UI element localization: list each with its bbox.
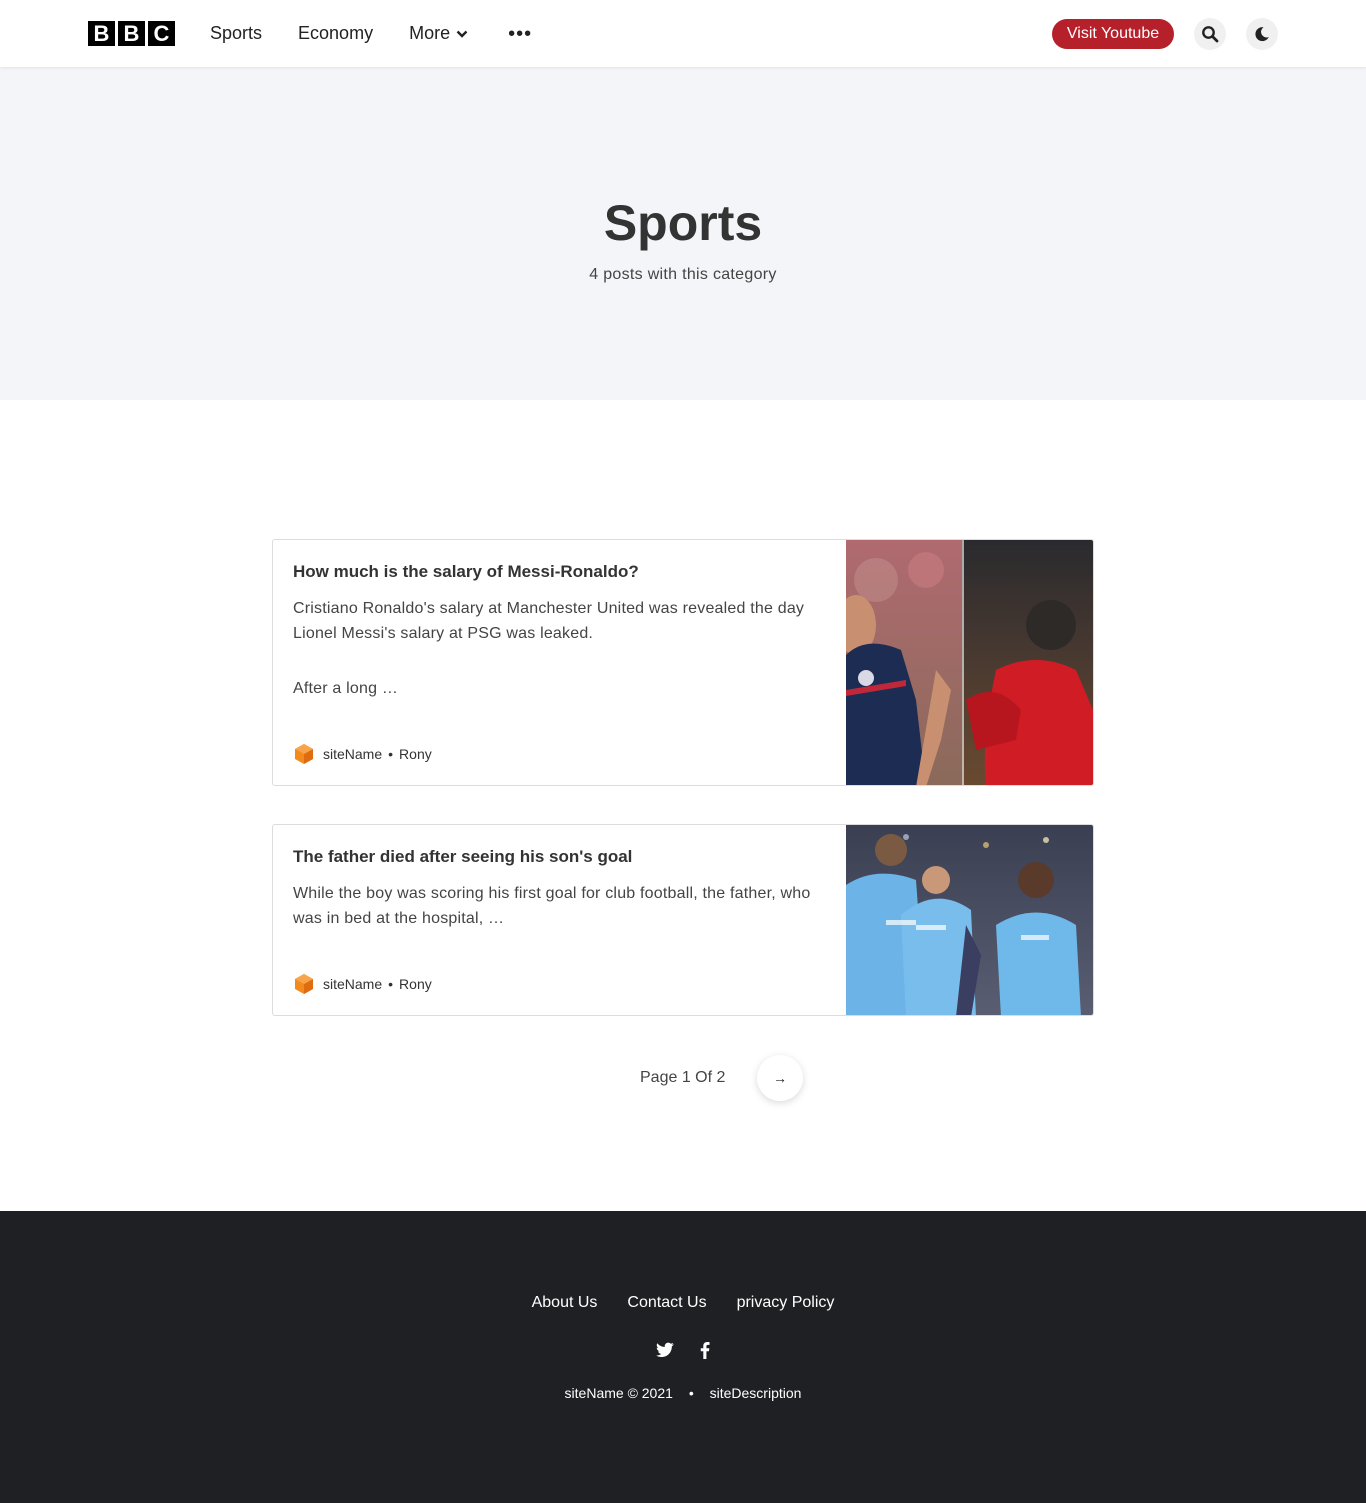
post-thumbnail[interactable] [846,825,1093,1015]
arrow-right-icon: → [773,1070,787,1086]
post-excerpt-text: Cristiano Ronaldo's salary at Manchester… [293,600,805,642]
football-players-image [846,540,1093,785]
visit-youtube-button[interactable]: Visit Youtube [1052,19,1174,49]
footer-link-privacy[interactable]: privacy Policy [737,1294,835,1312]
logo-letter: B [118,21,145,46]
search-button[interactable] [1194,18,1226,50]
meta-separator: • [388,746,394,762]
search-icon [1202,26,1219,43]
post-site-name[interactable]: siteName [323,746,382,762]
meta-separator: • [388,976,394,992]
twitter-icon[interactable] [656,1342,674,1358]
next-page-button[interactable]: → [757,1055,803,1101]
page-title: Sports [603,195,763,251]
main-nav: Sports Economy More ••• [210,23,532,44]
post-title[interactable]: How much is the salary of Messi-Ronaldo? [293,562,838,582]
post-thumbnail[interactable] [846,540,1093,785]
post-author[interactable]: Rony [399,746,432,762]
nav-item-economy[interactable]: Economy [298,23,373,44]
site-description: siteDescription [709,1385,802,1401]
post-excerpt-text: While the boy was scoring his first goal… [293,885,811,927]
post-card[interactable]: The father died after seeing his son's g… [272,824,1094,1016]
nav-item-more[interactable]: More [409,23,468,44]
site-logo-icon [295,974,313,994]
post-card-body: The father died after seeing his son's g… [293,825,838,931]
more-dots-icon[interactable]: ••• [508,24,532,44]
post-count: 4 posts with this category [589,266,777,283]
pagination-label: Page 1 Of 2 [640,1069,726,1086]
nav-more-label: More [409,23,451,43]
dark-mode-toggle[interactable] [1246,18,1278,50]
bbc-logo[interactable]: B B C [88,21,175,46]
logo-letter: B [88,21,115,46]
social-links [0,1342,1366,1359]
post-card-body: How much is the salary of Messi-Ronaldo?… [293,540,838,701]
post-meta: siteName • Rony [293,973,432,995]
post-excerpt-more: After a long … [293,680,399,697]
moon-icon [1255,27,1269,42]
footer-link-about[interactable]: About Us [532,1294,598,1312]
footer-separator: • [688,1385,694,1401]
post-author[interactable]: Rony [399,976,432,992]
post-card[interactable]: How much is the salary of Messi-Ronaldo?… [272,539,1094,786]
post-meta: siteName • Rony [293,743,432,765]
footer-link-contact[interactable]: Contact Us [627,1294,706,1312]
chevron-down-icon [456,30,468,38]
site-header: B B C Sports Economy More ••• Visit Yout… [0,0,1366,67]
category-hero: Sports 4 posts with this category [0,67,1366,400]
logo-letter: C [148,21,175,46]
facebook-icon[interactable] [700,1342,710,1359]
copyright-text: siteName © 2021 [564,1385,673,1401]
footer-links: About Us Contact Us privacy Policy [0,1294,1366,1312]
footer-copyright: siteName © 2021 • siteDescription [0,1385,1366,1401]
site-footer: About Us Contact Us privacy Policy siteN… [0,1211,1366,1503]
post-excerpt: While the boy was scoring his first goal… [293,881,838,931]
football-celebration-image [846,825,1093,1015]
post-excerpt: Cristiano Ronaldo's salary at Manchester… [293,596,838,701]
nav-item-sports[interactable]: Sports [210,23,262,44]
post-title[interactable]: The father died after seeing his son's g… [293,847,838,867]
site-logo-icon [295,744,313,764]
post-site-name[interactable]: siteName [323,976,382,992]
